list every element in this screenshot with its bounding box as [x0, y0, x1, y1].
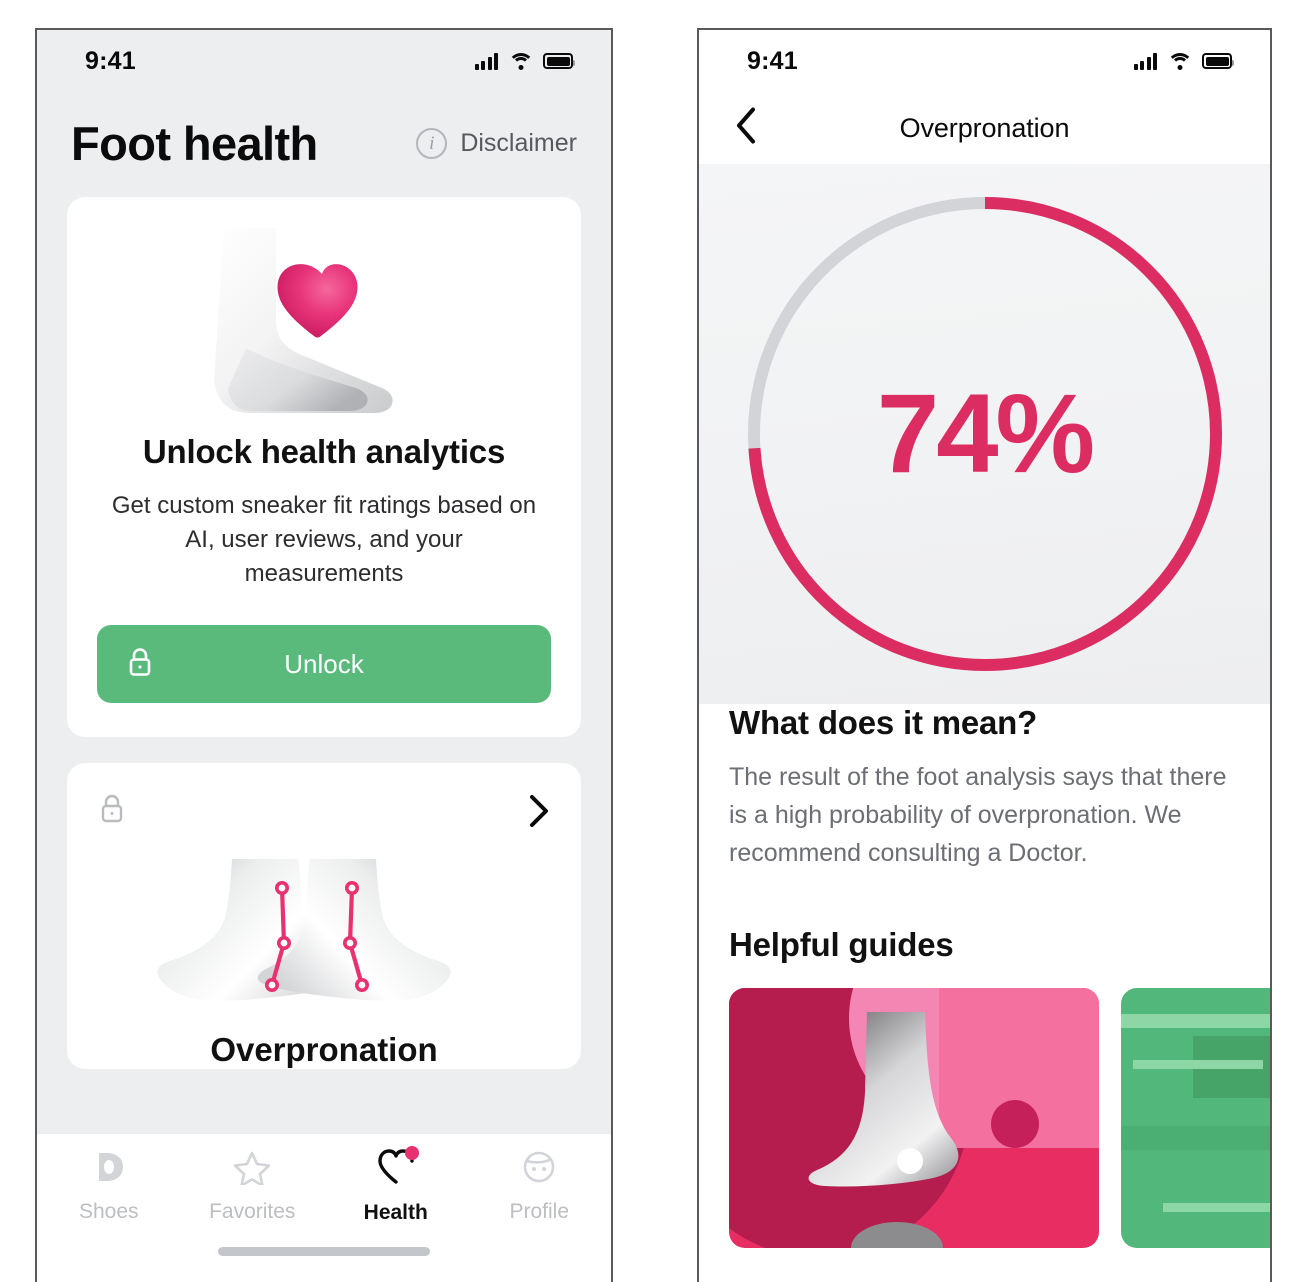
heart-icon	[376, 1145, 419, 1191]
info-icon: i	[416, 128, 448, 159]
decor-bar	[1121, 1126, 1270, 1150]
result-card-title: Overpronation	[210, 1031, 438, 1069]
guide-card-green[interactable]	[1121, 988, 1270, 1248]
home-indicator[interactable]	[218, 1247, 430, 1256]
shoe-icon	[92, 1149, 126, 1190]
decor-dot-white	[897, 1148, 923, 1174]
unlock-card-subtitle: Get custom sneaker fit ratings based on …	[111, 492, 537, 588]
helpful-guides-list	[729, 988, 1270, 1248]
decor-dot	[991, 1100, 1039, 1148]
wifi-icon	[507, 52, 534, 70]
right-body: What does it mean? The result of the foo…	[699, 704, 1270, 1248]
unlock-card-title: Unlock health analytics	[142, 433, 506, 470]
what-does-it-mean-body: The result of the foot analysis says tha…	[729, 763, 1227, 867]
status-bar-left: 9:41	[37, 30, 611, 92]
tab-profile-label: Profile	[509, 1199, 570, 1223]
navigation-bar: Overpronation	[699, 92, 1270, 164]
lock-icon	[125, 646, 155, 683]
star-icon	[233, 1149, 271, 1190]
tab-health-label: Health	[363, 1200, 428, 1224]
tab-favorites[interactable]: Favorites	[181, 1134, 325, 1238]
unlock-button[interactable]: Unlock	[97, 625, 551, 704]
decor-bar	[1133, 1060, 1263, 1069]
gauge-percentage-label: 74%	[876, 371, 1095, 496]
page-title: Foot health	[71, 117, 318, 170]
foot-with-heart-illustration	[97, 223, 551, 423]
disclaimer-button[interactable]: i Disclaimer	[416, 128, 577, 159]
tab-favorites-label: Favorites	[209, 1199, 296, 1223]
tab-shoes-label: Shoes	[78, 1199, 139, 1223]
battery-icon	[1202, 53, 1234, 69]
tab-health[interactable]: Health	[324, 1134, 468, 1238]
page-header: Foot health i Disclaimer	[37, 92, 611, 167]
status-time: 9:41	[747, 46, 798, 75]
status-icons	[1133, 52, 1234, 70]
overpronation-gauge: 74%	[699, 164, 1270, 704]
back-button[interactable]	[733, 104, 759, 153]
chevron-right-icon[interactable]	[527, 791, 551, 831]
battery-icon	[543, 53, 575, 69]
phone-right: 9:41 Overpronation 74% What does it mean…	[697, 28, 1272, 1282]
cellular-signal-icon	[474, 52, 498, 70]
what-does-it-mean-heading: What does it mean?	[729, 704, 1038, 741]
nav-title: Overpronation	[899, 112, 1070, 143]
wifi-icon	[1166, 52, 1193, 70]
helpful-guides-heading: Helpful guides	[729, 926, 954, 963]
unlock-health-analytics-card: Unlock health analytics Get custom sneak…	[67, 197, 581, 738]
decor-bar	[1163, 1203, 1270, 1212]
status-icons	[474, 52, 575, 70]
disclaimer-label: Disclaimer	[460, 129, 577, 157]
unlock-button-label: Unlock	[284, 648, 364, 679]
decor-bar	[1121, 1014, 1270, 1028]
phone-left: 9:41 Foot health i Disclaimer Unlock hea…	[35, 28, 613, 1282]
person-icon	[521, 1149, 557, 1190]
tab-profile[interactable]: Profile	[468, 1134, 612, 1238]
tab-shoes[interactable]: Shoes	[37, 1134, 181, 1238]
lock-icon	[97, 791, 127, 832]
guide-card-pink[interactable]	[729, 988, 1099, 1248]
bottom-tab-bar: Shoes Favorites Health Profile	[37, 1133, 611, 1282]
status-bar-right: 9:41	[699, 30, 1270, 92]
status-time: 9:41	[85, 46, 136, 75]
cellular-signal-icon	[1133, 52, 1157, 70]
two-feet-with-alignment-markers-illustration	[97, 843, 551, 1023]
foot-photo-collage	[801, 1012, 1001, 1248]
left-scroll-area: Unlock health analytics Get custom sneak…	[37, 167, 611, 1070]
notification-badge	[404, 1145, 419, 1160]
result-card-header	[97, 789, 551, 833]
overpronation-result-card[interactable]: Overpronation	[67, 763, 581, 1070]
